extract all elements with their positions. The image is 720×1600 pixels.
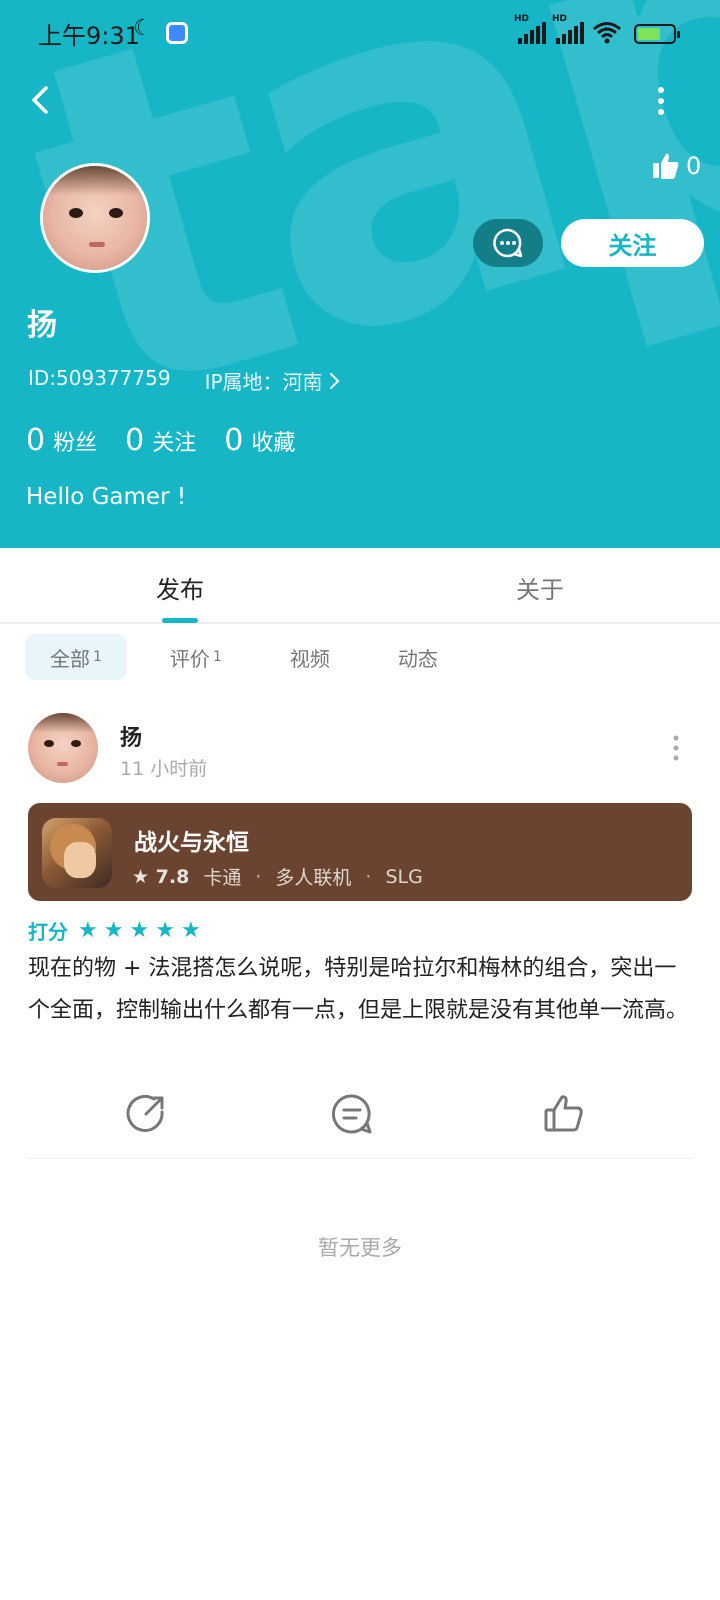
filter-all[interactable]: 全部 1 [26, 634, 126, 680]
game-card[interactable]: 战火与永恒 ★ 7.8 卡通 · 多人联机 · SLG [28, 803, 692, 901]
tab-posts[interactable]: 发布 [156, 570, 204, 605]
ip-location-link[interactable]: IP属地：河南 [205, 366, 341, 395]
wifi-icon [593, 22, 621, 44]
username: 扬 [27, 308, 57, 343]
id-line: ID:509377759 IP属地：河南 [28, 366, 341, 395]
share-icon[interactable] [124, 1092, 168, 1136]
end-of-list-text: 暂无更多 [318, 1236, 402, 1260]
more-menu-icon[interactable] [654, 86, 668, 116]
moon-icon: ☾ [133, 16, 153, 41]
like-count-value: 0 [686, 152, 702, 180]
star-icon: ★ [155, 917, 175, 943]
stat-favorites[interactable]: 0 收藏 [224, 423, 295, 458]
tab-about[interactable]: 关于 [516, 570, 564, 605]
battery-icon [634, 24, 680, 44]
post-filters: 全部 1 评价 1 视频 动态 [26, 634, 462, 680]
back-arrow-icon[interactable] [24, 82, 60, 118]
stat-followers[interactable]: 0 粉丝 [26, 423, 97, 458]
user-id: ID:509377759 [28, 366, 171, 390]
comment-icon[interactable] [330, 1092, 374, 1136]
like-icon[interactable] [542, 1092, 586, 1136]
post-author-name[interactable]: 扬 [120, 720, 142, 752]
stat-following[interactable]: 0 关注 [125, 423, 196, 458]
star-icon: ★ [78, 917, 98, 943]
chat-bubble-icon [493, 228, 523, 258]
filter-videos[interactable]: 视频 [266, 634, 354, 680]
post-rating: 打分 ★ ★ ★ ★ ★ [28, 916, 201, 945]
status-bar: 上午9:31 ☾ HD HD [0, 14, 720, 54]
app-notification-icon [166, 22, 188, 44]
star-icon: ★ [132, 865, 150, 888]
game-score: ★ 7.8 [132, 865, 190, 888]
profile-like[interactable]: 0 [652, 152, 701, 180]
post-author-avatar[interactable] [28, 713, 98, 783]
star-icon: ★ [129, 917, 150, 943]
post-more-icon[interactable] [671, 735, 681, 761]
filter-reviews[interactable]: 评价 1 [146, 634, 246, 680]
rating-label: 打分 [28, 920, 68, 944]
star-icon: ★ [103, 917, 124, 943]
message-button[interactable] [473, 219, 543, 267]
thumbs-up-icon [653, 153, 679, 179]
game-tag: SLG [385, 865, 423, 888]
profile-bio: Hello Gamer ! [26, 484, 187, 510]
post-body[interactable]: 现在的物 + 法混搭怎么说呢，特别是哈拉尔和梅林的组合，突出一个全面，控制输出什… [28, 948, 692, 1032]
ip-location: IP属地：河南 [204, 370, 323, 394]
status-indicators: HD HD [514, 14, 680, 44]
game-tag: 卡通 [203, 867, 242, 889]
tag-separator: · [255, 865, 262, 888]
post-actions [0, 1092, 720, 1142]
game-meta: ★ 7.8 卡通 · 多人联机 · SLG [132, 863, 423, 890]
profile-stats: 0 粉丝 0 关注 0 收藏 [26, 423, 295, 458]
signal-1-icon: HD [514, 14, 546, 44]
profile-avatar[interactable] [40, 163, 150, 273]
game-title: 战火与永恒 [134, 830, 249, 856]
status-time: 上午9:31 [38, 22, 140, 50]
profile-header: tapta 上午9:31 ☾ HD HD 0 关注 扬 ID:509377759… [0, 0, 720, 548]
tab-indicator [162, 618, 198, 623]
profile-tabs: 发布 关于 [0, 548, 720, 624]
post-divider [28, 1158, 692, 1159]
star-icon: ★ [180, 917, 201, 943]
tag-separator: · [365, 865, 372, 888]
game-tag: 多人联机 [275, 867, 352, 889]
game-icon [42, 818, 112, 888]
post-timestamp: 11 小时前 [120, 758, 208, 780]
filter-moments[interactable]: 动态 [374, 634, 462, 680]
follow-button[interactable]: 关注 [561, 219, 704, 267]
chevron-right-icon [329, 372, 339, 389]
signal-2-icon: HD [552, 14, 584, 44]
